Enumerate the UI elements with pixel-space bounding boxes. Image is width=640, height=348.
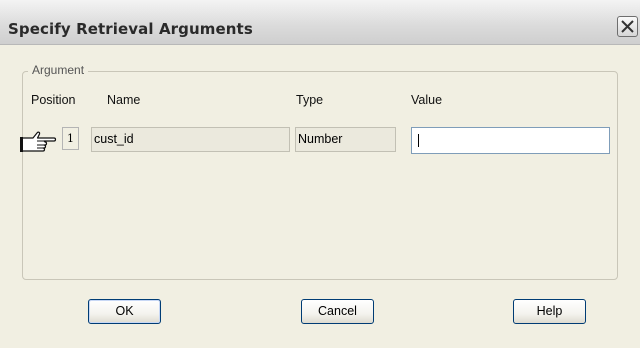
close-icon bbox=[621, 20, 634, 33]
pointing-hand-icon bbox=[20, 130, 58, 157]
argument-value-input[interactable] bbox=[411, 127, 610, 154]
dialog-title: Specify Retrieval Arguments bbox=[8, 20, 253, 38]
row-position: 1 bbox=[62, 127, 79, 150]
cancel-button[interactable]: Cancel bbox=[301, 299, 374, 324]
value-column-header: Value bbox=[411, 93, 443, 107]
argument-group-label: Argument bbox=[28, 63, 89, 77]
argument-type-field: Number bbox=[295, 127, 396, 152]
close-button[interactable] bbox=[617, 16, 638, 37]
help-button[interactable]: Help bbox=[513, 299, 586, 324]
type-column-header: Type bbox=[296, 93, 324, 107]
position-column-header: Position bbox=[31, 93, 76, 107]
title-bar: Specify Retrieval Arguments bbox=[0, 0, 640, 45]
text-caret bbox=[418, 134, 419, 147]
ok-button[interactable]: OK bbox=[88, 299, 161, 324]
retrieval-arguments-dialog: Specify Retrieval Arguments Argument Pos… bbox=[0, 0, 640, 348]
argument-name-field: cust_id bbox=[91, 127, 290, 152]
name-column-header: Name bbox=[107, 93, 141, 107]
